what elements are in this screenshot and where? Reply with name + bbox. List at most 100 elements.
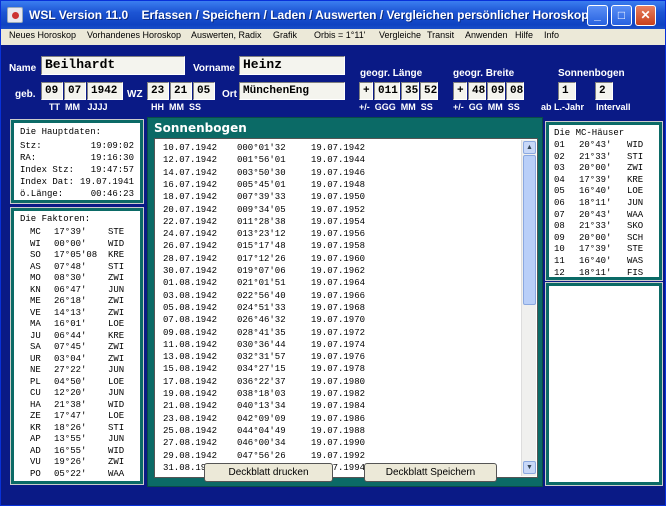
list-item-arc: 030°36'44	[237, 339, 286, 350]
breite-sign-field[interactable]: +	[453, 82, 467, 100]
haus-degree: 17°39'	[579, 174, 612, 185]
faktor-key: SA	[30, 342, 41, 352]
menu-vorhandenes-horoskop[interactable]: Vorhandenes Horoskop	[87, 30, 181, 40]
faktor-sign: ZWI	[108, 296, 125, 306]
faktor-key: CU	[30, 388, 41, 398]
faktor-key: KR	[30, 422, 41, 433]
list-item-arc: 013°23'12	[237, 229, 286, 240]
haus-number: 02	[554, 151, 565, 162]
sonnenbogen-list[interactable]: 10.07.1942 000°01'32 19.07.1942 12.07.1942 0…	[154, 138, 538, 478]
hauptdaten-value: 19:47:57	[90, 165, 134, 175]
list-item-arc: 028°41'35	[237, 327, 286, 338]
month-field[interactable]: 07	[64, 82, 86, 100]
menu-auswerten-radix[interactable]: Auswerten, Radix	[191, 30, 262, 40]
scroll-thumb[interactable]	[523, 155, 536, 305]
menu-hilfe[interactable]: Hilfe	[515, 30, 533, 40]
list-item-date: 26.07.1942	[163, 241, 218, 252]
list-item-target-date: 19.07.1956	[311, 229, 366, 240]
day-field[interactable]: 09	[41, 82, 63, 100]
haus-number: 08	[554, 221, 565, 232]
list-item-arc: 042°09'09	[237, 413, 286, 424]
list-item-arc: 005°45'01	[237, 179, 286, 190]
hauptdaten-panel: Die Hauptdaten: Stz: 19:09:02 RA: 19:16:30 I…	[10, 119, 144, 204]
breite-sec-field[interactable]: 08	[506, 82, 524, 100]
faktor-sign: ZWI	[108, 353, 125, 364]
list-item-target-date: 19.07.1960	[311, 253, 366, 264]
app-icon[interactable]	[7, 7, 23, 23]
breite-min-field[interactable]: 09	[487, 82, 505, 100]
list-item-arc: 021°01'51	[237, 278, 286, 289]
haus-degree: 20°43'	[579, 209, 612, 220]
minute-field[interactable]: 21	[170, 82, 192, 100]
laenge-min-field[interactable]: 35	[401, 82, 419, 100]
deckblatt-speichern-button[interactable]: Deckblatt Speichern	[364, 463, 497, 482]
sonnen-jahr-field[interactable]: 1	[558, 82, 576, 100]
haus-degree: 20°00'	[579, 232, 612, 243]
sonnenbogen-label: Sonnenbogen	[558, 68, 625, 79]
list-item-arc: 007°39'33	[237, 192, 286, 203]
haus-number: 05	[554, 186, 565, 197]
hauptdaten-label: Stz:	[20, 141, 42, 151]
menu-orbis[interactable]: Orbis = 1°11'	[314, 30, 365, 40]
vorname-field[interactable]: Heinz	[239, 56, 345, 75]
haus-degree: 17°39'	[579, 244, 612, 255]
haus-sign: STE	[627, 244, 644, 255]
faktor-key: VU	[30, 457, 41, 467]
faktor-degree: 04°50'	[54, 376, 87, 387]
haus-sign: WID	[627, 140, 644, 150]
menu-vergleiche[interactable]: Vergleiche	[379, 30, 421, 40]
ort-field[interactable]: MünchenEng	[239, 82, 345, 100]
second-field[interactable]: 05	[193, 82, 215, 100]
faktor-sign: WID	[108, 238, 125, 249]
scroll-down-icon[interactable]: ▼	[523, 461, 536, 474]
list-item-date: 05.08.1942	[163, 302, 218, 313]
scroll-up-icon[interactable]: ▲	[523, 141, 536, 154]
hauptdaten-label: ö.Länge:	[20, 189, 64, 199]
faktor-sign: JUN	[108, 434, 125, 444]
haus-number: 10	[554, 244, 565, 255]
laenge-sec-field[interactable]: 52	[420, 82, 438, 100]
list-item-target-date: 19.07.1946	[311, 167, 366, 178]
hour-field[interactable]: 23	[147, 82, 169, 100]
faktor-key: MC	[30, 227, 41, 237]
list-item-arc: 046°00'34	[237, 438, 286, 449]
geb-label: geb.	[15, 89, 36, 100]
year-field[interactable]: 1942	[87, 82, 123, 100]
faktor-degree: 13°55'	[54, 434, 87, 444]
list-item-date: 12.07.1942	[163, 155, 218, 166]
haus-number: 09	[554, 232, 565, 243]
faktor-key: SO	[30, 250, 41, 260]
menu-transit[interactable]: Transit	[427, 30, 454, 40]
close-button[interactable]: ✕	[635, 5, 656, 26]
faktor-degree: 18°26'	[54, 422, 87, 433]
list-item-target-date: 19.07.1988	[311, 425, 366, 436]
empty-panel	[545, 282, 663, 486]
faktor-sign: KRE	[108, 250, 125, 260]
list-scrollbar[interactable]: ▲ ▼	[521, 140, 536, 476]
haus-degree: 18°11'	[579, 198, 612, 208]
maximize-button[interactable]: □	[611, 5, 632, 26]
menu-anwenden[interactable]: Anwenden	[465, 30, 508, 40]
list-item-date: 13.08.1942	[163, 352, 218, 363]
breite-deg-field[interactable]: 48	[468, 82, 486, 100]
faktor-sign: JUN	[108, 388, 125, 398]
list-item-date: 09.08.1942	[163, 327, 218, 338]
laenge-sign-field[interactable]: +	[359, 82, 373, 100]
haus-degree: 20°43'	[579, 140, 612, 150]
faktor-key: NE	[30, 365, 41, 375]
minimize-button[interactable]: _	[587, 5, 608, 26]
menu-info[interactable]: Info	[544, 30, 559, 40]
menu-grafik[interactable]: Grafik	[273, 30, 297, 40]
list-item-target-date: 19.07.1980	[311, 376, 366, 387]
menu-neues-horoskop[interactable]: Neues Horoskop	[9, 30, 76, 40]
haus-sign: WAS	[627, 256, 644, 266]
list-item-date: 24.07.1942	[163, 229, 218, 240]
laenge-deg-field[interactable]: 011	[374, 82, 400, 100]
deckblatt-drucken-button[interactable]: Deckblatt drucken	[204, 463, 333, 482]
name-field[interactable]: Beilhardt	[41, 56, 185, 75]
ort-label: Ort	[222, 89, 237, 100]
breite-label: geogr. Breite	[453, 68, 515, 79]
faktor-key: ZE	[30, 411, 41, 421]
sonnen-intervall-field[interactable]: 2	[595, 82, 613, 100]
hauptdaten-label: Index Stz:	[20, 165, 75, 175]
